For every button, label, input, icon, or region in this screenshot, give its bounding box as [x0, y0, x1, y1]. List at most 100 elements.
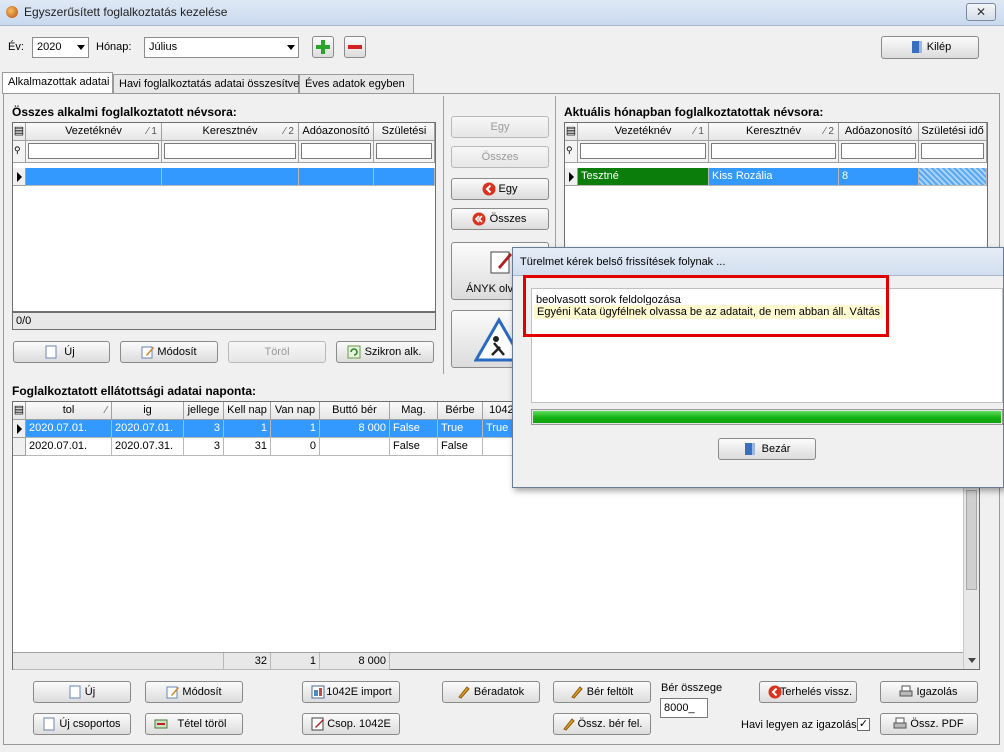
filter-birthdate[interactable] [374, 141, 435, 163]
minus-icon [348, 45, 362, 49]
app-icon [6, 6, 18, 18]
add-month-button[interactable] [312, 36, 334, 58]
filter-firstname[interactable] [709, 141, 839, 163]
daily-data-title: Foglalkoztatott ellátottsági adatai napo… [12, 384, 257, 398]
sum-pdf-button[interactable]: Össz. PDF [880, 713, 978, 735]
chevron-down-icon [77, 45, 85, 50]
column-header-birthdate[interactable]: Születési idő [919, 123, 987, 141]
filter-firstname[interactable] [162, 141, 299, 163]
cost-back-button[interactable]: Terhelés vissz. [759, 681, 857, 703]
table-row[interactable]: 2020.07.01. 2020.07.01. 3 1 1 8 000 Fals… [26, 420, 528, 438]
group-1042e-button[interactable]: Csop. 1042E [302, 713, 400, 735]
wage-data-button[interactable]: Béradatok [442, 681, 540, 703]
move-one-left-button[interactable]: Egy [451, 178, 549, 200]
monthly-cert-checkbox[interactable]: ✓ [857, 718, 870, 731]
grid-settings-icon[interactable]: ▤ [13, 402, 26, 420]
certificate-button[interactable]: Igazolás [880, 681, 978, 703]
all-employees-grid[interactable]: ▤ Vezetéknév ⁄ 1 Keresztnév ⁄ 2 Adóazonosí… [12, 122, 436, 312]
exit-button[interactable]: Kilép [881, 36, 979, 59]
tab-employees[interactable]: Alkalmazottak adatai [2, 72, 113, 94]
cell-birthdate-redacted [919, 168, 987, 186]
month-select[interactable]: Július [144, 37, 299, 58]
filter-birthdate[interactable] [919, 141, 987, 163]
dialog-close-button[interactable]: Bezár [718, 438, 816, 460]
column-header-mag[interactable]: Mag. [390, 402, 438, 420]
progress-bar [531, 409, 1003, 425]
column-header-in-wage[interactable]: Bérbe [438, 402, 483, 420]
move-all-right-button[interactable]: Összes [451, 146, 549, 168]
column-header-from[interactable]: tol ⁄ [26, 402, 112, 420]
new-employee-button[interactable]: Új [13, 341, 110, 363]
column-header-type[interactable]: jellege [184, 402, 224, 420]
plus-icon [316, 40, 330, 54]
column-header-firstname[interactable]: Keresztnév ⁄ 2 [709, 123, 839, 141]
sum-wage-upload-button[interactable]: Össz. bér fel. [553, 713, 651, 735]
wage-upload-button[interactable]: Bér feltölt [553, 681, 651, 703]
column-header-firstname[interactable]: Keresztnév ⁄ 2 [162, 123, 299, 141]
scrollbar-thumb[interactable] [966, 490, 977, 590]
column-header-actual-days[interactable]: Van nap [271, 402, 320, 420]
grid-settings-icon[interactable]: ▤ [565, 123, 578, 141]
sync-button[interactable]: Szikron alk. [336, 341, 434, 363]
move-all-left-button[interactable]: Összes [451, 208, 549, 230]
binoculars-icon: ⚲ [565, 141, 578, 163]
filter-taxid[interactable] [839, 141, 919, 163]
table-row[interactable]: Tesztné Kiss Rozália 8 [578, 168, 987, 186]
scroll-down-icon[interactable] [968, 658, 976, 663]
import-1042e-button[interactable]: 1042E import [302, 681, 400, 703]
column-header-birthdate[interactable]: Születési idő [374, 123, 435, 154]
wage-sum-field[interactable]: 8000_ [660, 698, 708, 718]
year-select[interactable]: 2020 [32, 37, 89, 58]
cell-lastname: Tesztné [578, 168, 709, 186]
record-counter: 0/0 [12, 312, 436, 330]
window-title: Egyszerűsített foglalkoztatás kezelése [24, 5, 228, 19]
dialog-title-bar: Türelmet kérek belső frissítések folynak… [513, 248, 1003, 276]
year-value: 2020 [37, 41, 62, 53]
column-header-taxid[interactable]: Adóazonosító [839, 123, 919, 141]
grid-settings-icon[interactable]: ▤ [13, 123, 26, 141]
filter-taxid[interactable] [299, 141, 374, 163]
column-header-lastname[interactable]: Vezetéknév ⁄ 1 [578, 123, 709, 141]
row-indicator [13, 168, 26, 186]
close-button[interactable]: ✕ [966, 3, 996, 21]
title-bar: Egyszerűsített foglalkoztatás kezelése ✕ [0, 0, 1004, 26]
separator [443, 96, 444, 374]
highlight-box [523, 275, 889, 337]
cell-firstname: Kiss Rozália [709, 168, 839, 186]
remove-month-button[interactable] [344, 36, 366, 58]
row-indicator [565, 168, 578, 186]
filter-lastname[interactable] [26, 141, 162, 163]
column-header-taxid[interactable]: Adóazonosító [299, 123, 374, 141]
wage-sum-label: Bér összege [661, 682, 723, 694]
total-gross-wage: 8 000 [320, 653, 390, 670]
row-indicator [13, 438, 26, 456]
move-one-right-button[interactable]: Egy [451, 116, 549, 138]
column-header-to[interactable]: ig [112, 402, 184, 420]
month-value: Július [149, 41, 178, 53]
cell-taxid: 8 [839, 168, 919, 186]
table-row[interactable]: 2020.07.01. 2020.07.31. 3 31 0 False Fal… [26, 438, 528, 456]
month-label: Hónap: [96, 41, 132, 53]
table-row[interactable] [26, 168, 435, 186]
filter-lastname[interactable] [578, 141, 709, 163]
edit-entry-button[interactable]: Módosít [145, 681, 243, 703]
binoculars-icon: ⚲ [13, 141, 26, 163]
new-entry-button[interactable]: Új [33, 681, 131, 703]
monthly-employees-title: Aktuális hónapban foglalkoztatottak névs… [564, 105, 824, 119]
column-header-lastname[interactable]: Vezetéknév ⁄ 1 [26, 123, 162, 141]
document-edit-icon [490, 251, 512, 274]
column-header-gross-wage[interactable]: Buttó bér [320, 402, 390, 420]
total-actual-days: 1 [271, 653, 320, 670]
tab-monthly-summary[interactable]: Havi foglalkoztatás adatai összesítve [113, 74, 299, 94]
new-group-button[interactable]: Új csoportos [33, 713, 131, 735]
progress-fill [533, 411, 1001, 423]
tab-yearly[interactable]: Éves adatok egyben [299, 74, 414, 94]
monthly-employees-grid[interactable]: ▤ Vezetéknév ⁄ 1 Keresztnév ⁄ 2 Adóazonosí… [564, 122, 988, 252]
column-header-required-days[interactable]: Kell nap [224, 402, 271, 420]
edit-employee-button[interactable]: Módosít [120, 341, 218, 363]
monthly-cert-label: Havi legyen az igazolás [741, 719, 857, 731]
all-employees-title: Összes alkalmi foglalkoztatott névsora: [12, 105, 237, 119]
delete-employee-button[interactable]: Töröl [228, 341, 326, 363]
delete-item-button[interactable]: Tétel töröl [145, 713, 243, 735]
progress-dialog: Türelmet kérek belső frissítések folynak… [512, 247, 1004, 488]
